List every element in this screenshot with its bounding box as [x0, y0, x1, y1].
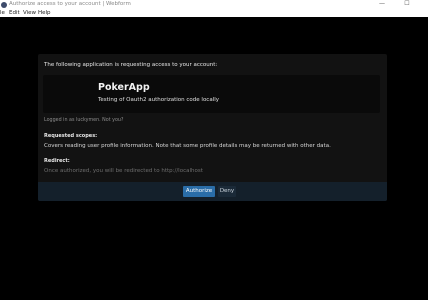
deny-button[interactable]: Deny [218, 186, 236, 197]
app-card: PokerApp Testing of Oauth2 authorization… [43, 75, 380, 113]
request-intro: The following application is requesting … [44, 62, 218, 68]
menu-bar: le Edit View Help [0, 9, 428, 17]
title-bar: Authorize access to your account | Webfo… [0, 0, 428, 9]
menu-view[interactable]: View [23, 9, 36, 17]
dialog-footer: Authorize Deny [38, 182, 387, 201]
redirect-title: Redirect: [44, 158, 70, 164]
not-you-link[interactable]: Not you? [102, 118, 123, 123]
menu-edit[interactable]: Edit [9, 9, 20, 17]
logged-in-text: Logged in as luckymen. [44, 118, 101, 123]
maximize-button[interactable]: ☐ [392, 0, 422, 9]
redirect-text: Once authorized, you will be redirected … [44, 168, 203, 174]
menu-file[interactable]: le [0, 9, 5, 17]
scopes-text: Covers reading user profile information.… [44, 143, 331, 149]
scopes-title: Requested scopes: [44, 133, 98, 139]
app-icon [1, 1, 7, 8]
app-name: PokerApp [98, 82, 150, 93]
authorization-dialog: The following application is requesting … [38, 54, 387, 201]
authorize-button[interactable]: Authorize [183, 186, 215, 197]
logged-in-status: Logged in as luckymen. Not you? [44, 118, 123, 123]
menu-help[interactable]: Help [38, 9, 51, 17]
app-description: Testing of Oauth2 authorization code loc… [98, 97, 220, 103]
window-title: Authorize access to your account | Webfo… [9, 1, 131, 7]
